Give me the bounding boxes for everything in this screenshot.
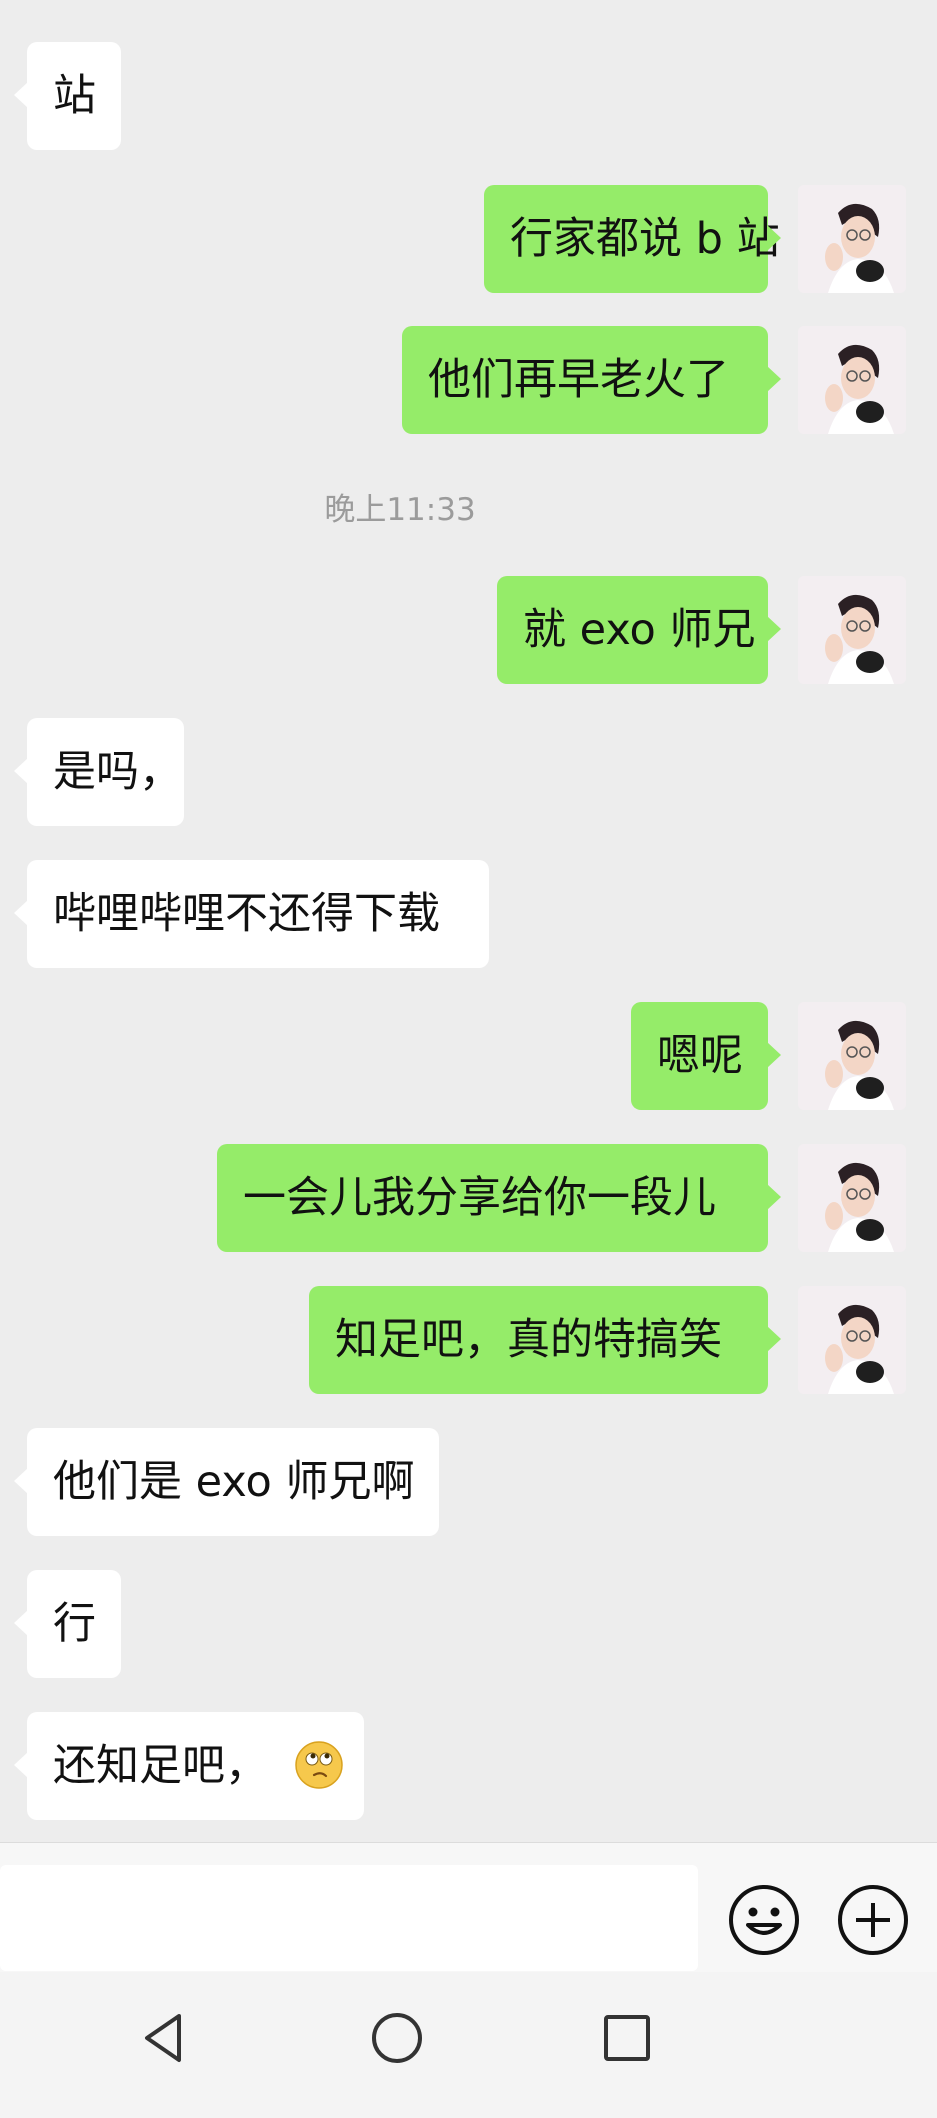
message-bubble-incoming[interactable]: 哔哩哔哩不还得下载	[14, 860, 489, 968]
avatar[interactable]	[798, 1286, 906, 1394]
message-bubble-incoming[interactable]: 行	[14, 1570, 121, 1678]
message-input[interactable]	[0, 1865, 698, 1971]
message-text: 就 exo 师兄	[523, 605, 756, 655]
message-bubble-incoming[interactable]: 还知足吧，	[14, 1712, 364, 1820]
message-text: 行	[53, 1599, 96, 1649]
avatar[interactable]	[798, 1144, 906, 1252]
avatar[interactable]	[798, 1002, 906, 1110]
message-text: 一会儿我分享给你一段儿	[243, 1173, 716, 1223]
message-text: 站	[53, 71, 96, 121]
smiley-icon[interactable]	[727, 1883, 801, 1957]
square-recents-icon[interactable]	[597, 2008, 657, 2068]
message-bubble-outgoing[interactable]: 就 exo 师兄	[497, 576, 781, 684]
avatar[interactable]	[798, 576, 906, 684]
message-text: 他们再早老火了	[428, 355, 729, 405]
message-bubble-incoming[interactable]: 他们是 exo 师兄啊	[14, 1428, 439, 1536]
message-bubble-outgoing[interactable]: 一会儿我分享给你一段儿	[217, 1144, 781, 1252]
message-text: 知足吧，真的特搞笑	[335, 1315, 722, 1365]
message-bubble-incoming[interactable]: 是吗，	[14, 718, 184, 826]
avatar-image	[798, 1144, 906, 1252]
message-bubble-outgoing[interactable]: 他们再早老火了	[402, 326, 781, 434]
plus-circle-icon[interactable]	[836, 1883, 910, 1957]
circle-home-icon[interactable]	[367, 2008, 427, 2068]
message-text: 还知足吧，	[53, 1741, 268, 1791]
message-bubble-outgoing[interactable]: 嗯呢	[631, 1002, 781, 1110]
avatar-image	[798, 1286, 906, 1394]
message-bubble-outgoing[interactable]: 行家都说 b 站	[484, 185, 781, 293]
system-navigation-bar	[0, 1972, 937, 2118]
message-bubble-outgoing[interactable]: 知足吧，真的特搞笑	[309, 1286, 781, 1394]
avatar-image	[798, 185, 906, 293]
input-bar	[0, 1842, 937, 1973]
avatar-image	[798, 326, 906, 434]
message-text: 行家都说 b 站	[510, 214, 780, 264]
message-bubble-incoming[interactable]: 站	[14, 42, 121, 150]
thinking-face-icon	[294, 1740, 344, 1790]
avatar[interactable]	[798, 326, 906, 434]
message-text: 是吗，	[53, 747, 182, 797]
triangle-back-icon[interactable]	[135, 2008, 195, 2068]
message-text: 他们是 exo 师兄啊	[53, 1457, 415, 1507]
chat-area[interactable]: 站 行家都说 b 站 他们再早老火了 晚上11:33 就 exo 师兄 是吗， …	[0, 0, 937, 1842]
timestamp: 晚上11:33	[324, 492, 476, 528]
avatar-image	[798, 576, 906, 684]
avatar[interactable]	[798, 185, 906, 293]
message-text: 哔哩哔哩不还得下载	[53, 889, 440, 939]
message-text: 嗯呢	[657, 1031, 743, 1081]
avatar-image	[798, 1002, 906, 1110]
